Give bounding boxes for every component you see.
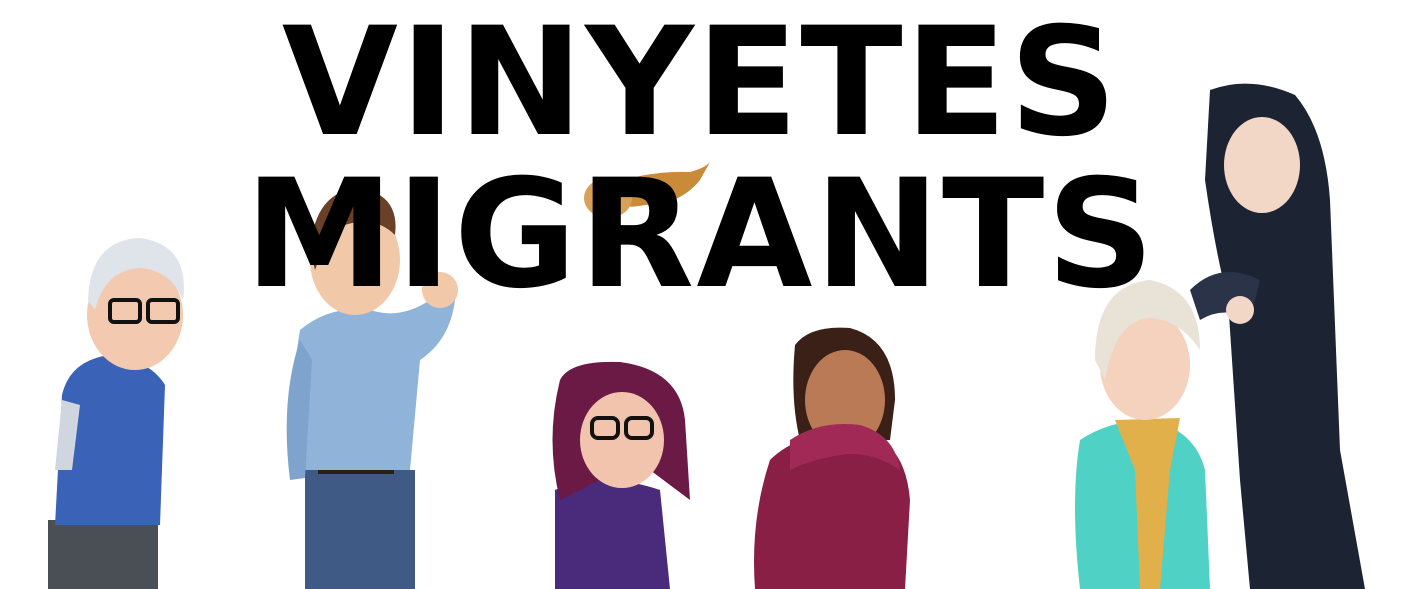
blonde-child-figure — [1075, 280, 1210, 589]
girl-in-red-jacket-figure — [754, 327, 910, 589]
banner: VINYETES MIGRANTS — [0, 0, 1401, 589]
title-line-1: VINYETES — [281, 0, 1120, 170]
title-line-2: MIGRANTS — [244, 148, 1157, 322]
curly-haired-girl-figure — [552, 361, 690, 589]
